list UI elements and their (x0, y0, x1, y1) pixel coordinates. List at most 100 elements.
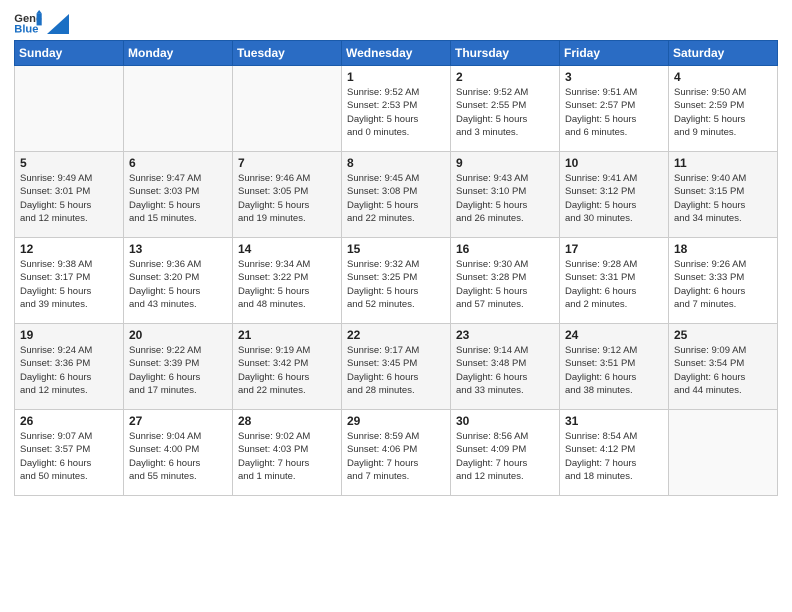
calendar-cell: 12 Sunrise: 9:38 AMSunset: 3:17 PMDayligh… (15, 238, 124, 324)
day-info: Sunrise: 9:41 AMSunset: 3:12 PMDaylight:… (565, 172, 663, 225)
calendar-cell: 31 Sunrise: 8:54 AMSunset: 4:12 PMDayligh… (560, 410, 669, 496)
calendar-cell: 19 Sunrise: 9:24 AMSunset: 3:36 PMDayligh… (15, 324, 124, 410)
calendar-cell (15, 66, 124, 152)
calendar-cell: 15 Sunrise: 9:32 AMSunset: 3:25 PMDayligh… (342, 238, 451, 324)
calendar-cell: 28Sunrise: 9:02 AMSunset: 4:03 PMDayligh… (233, 410, 342, 496)
calendar-table: SundayMondayTuesdayWednesdayThursdayFrid… (14, 40, 778, 496)
day-info: Sunrise: 9:22 AMSunset: 3:39 PMDaylight:… (129, 344, 227, 397)
calendar-cell: 30 Sunrise: 8:56 AMSunset: 4:09 PMDayligh… (451, 410, 560, 496)
day-info: Sunrise: 9:30 AMSunset: 3:28 PMDaylight:… (456, 258, 554, 311)
weekday-header-friday: Friday (560, 41, 669, 66)
calendar-cell: 11 Sunrise: 9:40 AMSunset: 3:15 PMDayligh… (669, 152, 778, 238)
day-number: 3 (565, 70, 663, 84)
day-info: Sunrise: 9:32 AMSunset: 3:25 PMDaylight:… (347, 258, 445, 311)
calendar-cell: 21Sunrise: 9:19 AMSunset: 3:42 PMDayligh… (233, 324, 342, 410)
day-info: Sunrise: 9:51 AMSunset: 2:57 PMDaylight:… (565, 86, 663, 139)
calendar-cell: 13Sunrise: 9:36 AMSunset: 3:20 PMDayligh… (124, 238, 233, 324)
day-info: Sunrise: 8:56 AMSunset: 4:09 PMDaylight:… (456, 430, 554, 483)
calendar-cell: 2Sunrise: 9:52 AMSunset: 2:55 PMDaylight… (451, 66, 560, 152)
day-number: 22 (347, 328, 445, 342)
day-number: 1 (347, 70, 445, 84)
day-number: 6 (129, 156, 227, 170)
calendar-cell: 24 Sunrise: 9:12 AMSunset: 3:51 PMDayligh… (560, 324, 669, 410)
calendar-cell: 17Sunrise: 9:28 AMSunset: 3:31 PMDayligh… (560, 238, 669, 324)
calendar-cell: 4 Sunrise: 9:50 AMSunset: 2:59 PMDaylight… (669, 66, 778, 152)
day-number: 10 (565, 156, 663, 170)
day-info: Sunrise: 9:38 AMSunset: 3:17 PMDaylight:… (20, 258, 118, 311)
day-info: Sunrise: 8:59 AMSunset: 4:06 PMDaylight:… (347, 430, 445, 483)
calendar-cell (124, 66, 233, 152)
day-info: Sunrise: 9:04 AMSunset: 4:00 PMDaylight:… (129, 430, 227, 483)
calendar-cell: 27 Sunrise: 9:04 AMSunset: 4:00 PMDayligh… (124, 410, 233, 496)
day-number: 9 (456, 156, 554, 170)
day-number: 31 (565, 414, 663, 428)
day-info: Sunrise: 9:40 AMSunset: 3:15 PMDaylight:… (674, 172, 772, 225)
calendar-cell: 7 Sunrise: 9:46 AMSunset: 3:05 PMDaylight… (233, 152, 342, 238)
day-number: 24 (565, 328, 663, 342)
day-info: Sunrise: 9:34 AMSunset: 3:22 PMDaylight:… (238, 258, 336, 311)
calendar-week-row: 19 Sunrise: 9:24 AMSunset: 3:36 PMDayligh… (15, 324, 778, 410)
day-number: 13 (129, 242, 227, 256)
day-number: 25 (674, 328, 772, 342)
calendar-cell: 18Sunrise: 9:26 AMSunset: 3:33 PMDayligh… (669, 238, 778, 324)
day-info: Sunrise: 9:46 AMSunset: 3:05 PMDaylight:… (238, 172, 336, 225)
weekday-header-saturday: Saturday (669, 41, 778, 66)
day-info: Sunrise: 9:47 AMSunset: 3:03 PMDaylight:… (129, 172, 227, 225)
day-number: 30 (456, 414, 554, 428)
calendar-cell: 3 Sunrise: 9:51 AMSunset: 2:57 PMDaylight… (560, 66, 669, 152)
day-number: 4 (674, 70, 772, 84)
calendar-week-row: 1 Sunrise: 9:52 AMSunset: 2:53 PMDaylight… (15, 66, 778, 152)
svg-text:Blue: Blue (14, 23, 38, 34)
day-info: Sunrise: 9:09 AMSunset: 3:54 PMDaylight:… (674, 344, 772, 397)
day-number: 11 (674, 156, 772, 170)
day-info: Sunrise: 9:50 AMSunset: 2:59 PMDaylight:… (674, 86, 772, 139)
day-number: 7 (238, 156, 336, 170)
day-number: 15 (347, 242, 445, 256)
day-info: Sunrise: 9:52 AMSunset: 2:55 PMDaylight:… (456, 86, 554, 139)
day-info: Sunrise: 9:14 AMSunset: 3:48 PMDaylight:… (456, 344, 554, 397)
calendar-cell: 5 Sunrise: 9:49 AMSunset: 3:01 PMDaylight… (15, 152, 124, 238)
day-info: Sunrise: 9:07 AMSunset: 3:57 PMDaylight:… (20, 430, 118, 483)
logo: General Blue (14, 10, 70, 34)
day-number: 26 (20, 414, 118, 428)
weekday-header-wednesday: Wednesday (342, 41, 451, 66)
calendar-cell: 29 Sunrise: 8:59 AMSunset: 4:06 PMDayligh… (342, 410, 451, 496)
calendar-cell: 8Sunrise: 9:45 AMSunset: 3:08 PMDaylight… (342, 152, 451, 238)
logo-triangle-icon (47, 14, 69, 34)
calendar-cell: 14Sunrise: 9:34 AMSunset: 3:22 PMDayligh… (233, 238, 342, 324)
day-info: Sunrise: 9:52 AMSunset: 2:53 PMDaylight:… (347, 86, 445, 139)
day-number: 29 (347, 414, 445, 428)
weekday-header-thursday: Thursday (451, 41, 560, 66)
calendar-cell: 26 Sunrise: 9:07 AMSunset: 3:57 PMDayligh… (15, 410, 124, 496)
calendar-cell: 20Sunrise: 9:22 AMSunset: 3:39 PMDayligh… (124, 324, 233, 410)
day-number: 5 (20, 156, 118, 170)
day-number: 19 (20, 328, 118, 342)
weekday-header-tuesday: Tuesday (233, 41, 342, 66)
day-info: Sunrise: 9:26 AMSunset: 3:33 PMDaylight:… (674, 258, 772, 311)
calendar-cell: 6 Sunrise: 9:47 AMSunset: 3:03 PMDaylight… (124, 152, 233, 238)
calendar-cell: 22 Sunrise: 9:17 AMSunset: 3:45 PMDayligh… (342, 324, 451, 410)
day-info: Sunrise: 9:19 AMSunset: 3:42 PMDaylight:… (238, 344, 336, 397)
day-info: Sunrise: 9:28 AMSunset: 3:31 PMDaylight:… (565, 258, 663, 311)
day-info: Sunrise: 9:24 AMSunset: 3:36 PMDaylight:… (20, 344, 118, 397)
day-info: Sunrise: 9:12 AMSunset: 3:51 PMDaylight:… (565, 344, 663, 397)
day-number: 12 (20, 242, 118, 256)
day-info: Sunrise: 9:45 AMSunset: 3:08 PMDaylight:… (347, 172, 445, 225)
weekday-header-sunday: Sunday (15, 41, 124, 66)
calendar-week-row: 26 Sunrise: 9:07 AMSunset: 3:57 PMDayligh… (15, 410, 778, 496)
weekday-header-monday: Monday (124, 41, 233, 66)
logo-icon: General Blue (14, 10, 42, 34)
day-info: Sunrise: 9:02 AMSunset: 4:03 PMDaylight:… (238, 430, 336, 483)
calendar-cell: 16 Sunrise: 9:30 AMSunset: 3:28 PMDayligh… (451, 238, 560, 324)
calendar-cell: 10 Sunrise: 9:41 AMSunset: 3:12 PMDayligh… (560, 152, 669, 238)
calendar-cell: 23Sunrise: 9:14 AMSunset: 3:48 PMDayligh… (451, 324, 560, 410)
day-info: Sunrise: 9:49 AMSunset: 3:01 PMDaylight:… (20, 172, 118, 225)
day-number: 16 (456, 242, 554, 256)
day-info: Sunrise: 9:17 AMSunset: 3:45 PMDaylight:… (347, 344, 445, 397)
calendar-cell: 1 Sunrise: 9:52 AMSunset: 2:53 PMDaylight… (342, 66, 451, 152)
calendar-page: General Blue SundayMondayT (0, 0, 792, 612)
calendar-week-row: 5 Sunrise: 9:49 AMSunset: 3:01 PMDaylight… (15, 152, 778, 238)
day-info: Sunrise: 8:54 AMSunset: 4:12 PMDaylight:… (565, 430, 663, 483)
day-number: 27 (129, 414, 227, 428)
calendar-cell (669, 410, 778, 496)
